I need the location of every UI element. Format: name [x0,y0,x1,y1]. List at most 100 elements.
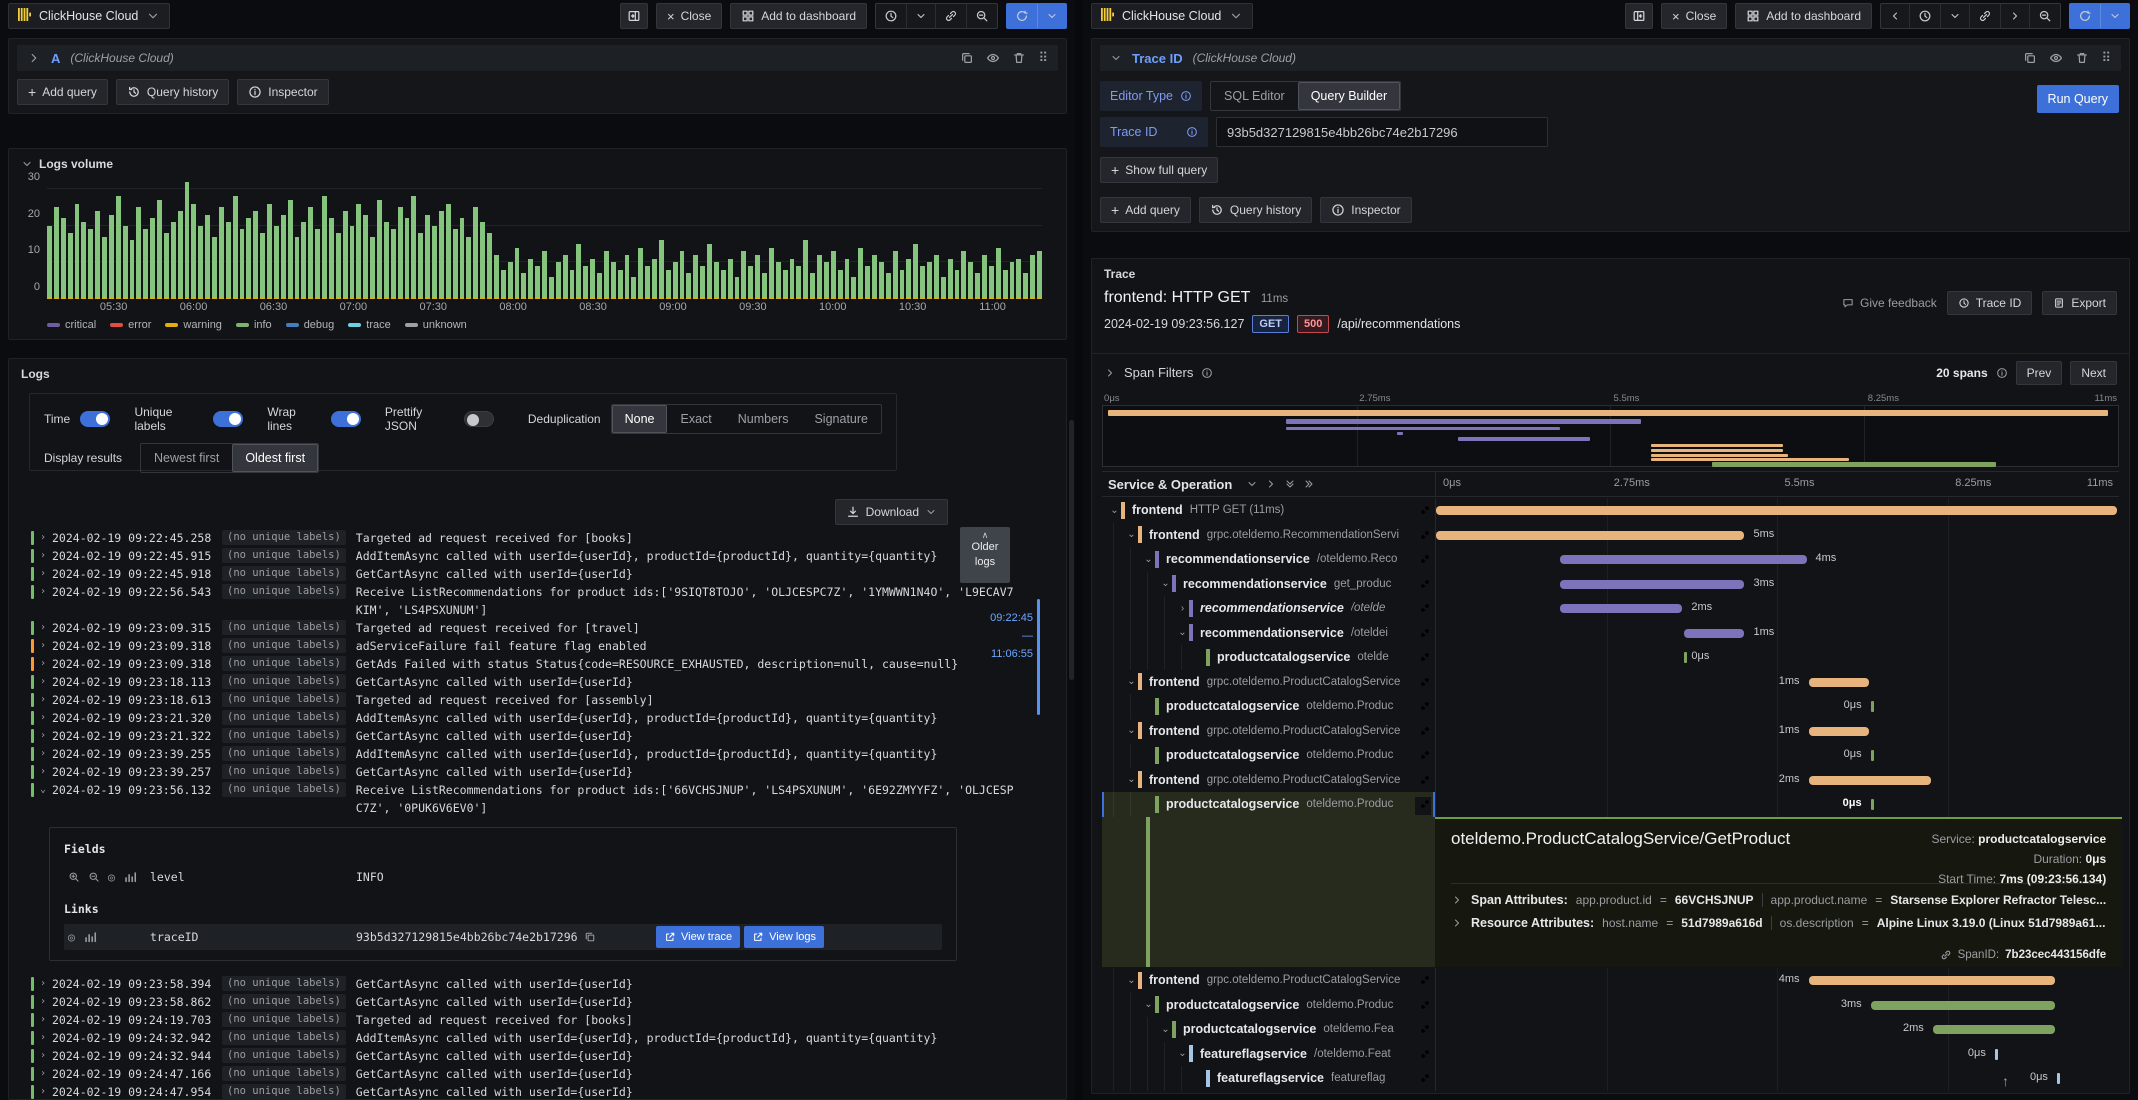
close-button[interactable]: × Close [1660,3,1728,29]
span-timeline-cell[interactable]: 1ms [1435,620,2119,645]
span-link-icon[interactable] [1415,973,1431,991]
chevron-down-icon[interactable]: ⌄ [1125,529,1138,540]
span-name-cell[interactable]: ⌄ frontend grpc.oteldemo.ProductCatalogSer… [1102,669,1435,694]
drag-handle-icon[interactable]: ⠿ [1038,50,1048,66]
span-timeline-cell[interactable]: 0μs [1435,1041,2119,1066]
time-picker-button[interactable] [1909,4,1940,28]
span-name-cell[interactable]: productcatalogservice oteldemo.Produc [1102,792,1435,817]
filter-out-value-icon[interactable] [88,871,100,883]
time-picker-button[interactable] [876,4,906,28]
chevron-right-icon[interactable]: › [40,1047,52,1065]
add-to-dashboard-button[interactable]: Add to dashboard [1735,3,1872,29]
log-row[interactable]: › 2024-02-19 09:23:39.257 (no unique label… [29,763,1018,781]
log-row[interactable]: › 2024-02-19 09:23:21.320 (no unique label… [29,709,1018,727]
log-range-scrollbar[interactable] [1037,599,1040,715]
log-row[interactable]: › 2024-02-19 09:23:09.318 (no unique label… [29,655,1018,673]
expand-one-icon[interactable] [1265,478,1277,490]
span-row[interactable]: ⌄ productcatalogservice oteldemo.Produc 3ms [1102,992,2119,1017]
span-row[interactable]: ⌄ frontend grpc.oteldemo.ProductCatalogSer… [1102,718,2119,743]
trace-id-input[interactable]: 93b5d327129815e4bb26bc74e2b17296 [1216,117,1548,147]
span-timeline-cell[interactable]: 5ms [1435,522,2119,547]
run-query-button[interactable]: Run Query [2036,85,2119,113]
download-button[interactable]: Download [834,499,948,525]
log-row[interactable]: › 2024-02-19 09:22:45.918 (no unique label… [29,565,1018,583]
span-name-cell[interactable]: productcatalogservice oteldemo.Produc [1102,743,1435,768]
give-feedback-link[interactable]: Give feedback [1842,296,1937,310]
span-timeline-cell[interactable]: 2ms [1435,767,2119,792]
copy-icon[interactable] [584,931,596,943]
log-row[interactable]: › 2024-02-19 09:23:09.315 (no unique label… [29,619,1018,637]
chevron-right-icon[interactable]: › [40,637,52,655]
span-link-icon[interactable] [1415,797,1431,815]
legend-item-info[interactable]: info [235,319,272,331]
span-row[interactable]: ⌄ frontend grpc.oteldemo.ProductCatalogSer… [1102,767,2119,792]
span-timeline-cell[interactable]: 0μs [1435,645,2119,670]
span-row[interactable]: ⌄ recommendationservice/oteldemo.Reco 4ms [1102,547,2119,572]
span-name-cell[interactable]: ⌄ frontend grpc.oteldemo.ProductCatalogSer… [1102,718,1435,743]
span-name-cell[interactable]: ⌄ frontend HTTP GET (11ms) [1102,498,1435,523]
span-row[interactable]: ⌄ recommendationservice get_produc 3ms [1102,571,2119,596]
span-name-cell[interactable]: ⌄ featureflagservice/oteldemo.Feat [1102,1041,1435,1066]
chevron-right-icon[interactable]: › [40,619,52,637]
span-name-cell[interactable]: › recommendationservice/otelde [1102,596,1435,621]
dedup-option-none[interactable]: None [611,405,668,433]
log-row[interactable]: › 2024-02-19 09:23:09.318 (no unique label… [29,637,1018,655]
close-button[interactable]: × Close [655,3,723,29]
wrap-lines-toggle[interactable] [330,411,361,427]
span-link-icon[interactable] [1415,1046,1431,1065]
dedup-option-signature[interactable]: Signature [801,405,881,433]
add-to-dashboard-button[interactable]: Add to dashboard [730,3,867,29]
filter-for-value-icon[interactable] [68,871,80,883]
log-row[interactable]: › 2024-02-19 09:22:56.543 (no unique label… [29,583,1018,619]
collapse-all-icon[interactable] [1284,478,1296,490]
collapse-one-icon[interactable] [1246,478,1258,490]
run-refresh-button[interactable] [2070,4,2100,28]
legend-item-unknown[interactable]: unknown [404,319,467,331]
duplicate-query-icon[interactable] [960,51,974,65]
zoom-out-button[interactable] [2029,4,2060,28]
span-name-cell[interactable]: ⌄ recommendationservice/oteldei [1102,620,1435,645]
chevron-right-icon[interactable]: › [40,727,52,745]
left-pane-scrollbar[interactable] [1069,420,1074,680]
chevron-right-icon[interactable]: › [40,691,52,709]
span-link-icon[interactable] [1415,772,1431,791]
chevron-right-icon[interactable]: › [40,655,52,673]
order-option-oldest-first[interactable]: Oldest first [232,444,319,472]
log-row[interactable]: › 2024-02-19 09:24:32.942 (no unique label… [29,1029,1018,1047]
time-toggle[interactable] [80,411,111,427]
span-name-cell[interactable]: ⌄ frontend grpc.oteldemo.ProductCatalogSer… [1102,968,1435,993]
editor-option-sql-editor[interactable]: SQL Editor [1211,82,1298,110]
chevron-right-icon[interactable]: › [40,529,52,547]
span-row[interactable]: ⌄ frontend HTTP GET (11ms) [1102,498,2119,523]
query-history-button[interactable]: Query history [115,79,230,105]
chevron-down-icon[interactable]: ⌄ [1159,1024,1172,1035]
chevron-down-icon[interactable]: ⌄ [40,781,52,799]
duplicate-query-icon[interactable] [2023,51,2037,65]
chevron-right-icon[interactable]: › [1176,603,1189,614]
toggle-visibility-icon[interactable] [986,51,1000,65]
legend-item-error[interactable]: error [110,319,151,331]
span-name-cell[interactable]: ⌄ productcatalogservice oteldemo.Fea [1102,1017,1435,1042]
span-timeline-cell[interactable]: 4ms [1435,968,2119,993]
time-picker-dropdown[interactable] [1940,4,1969,28]
span-row[interactable]: ⌄ frontend grpc.oteldemo.ProductCatalogSer… [1102,968,2119,993]
legend-item-warning[interactable]: warning [165,319,222,331]
adhoc-filter-icon[interactable]: ◎ [108,870,115,884]
span-link-icon[interactable] [1415,650,1431,668]
span-name-cell[interactable]: ⌄ frontend grpc.oteldemo.ProductCatalogSer… [1102,767,1435,792]
time-shift-forward-button[interactable] [2000,4,2029,28]
span-row[interactable]: ⌄ featureflagservice/oteldemo.Feat 0μs [1102,1041,2119,1066]
span-link-icon[interactable] [1415,997,1431,1016]
chevron-down-icon[interactable]: ⌄ [1125,975,1138,986]
adhoc-filter-icon[interactable]: ◎ [68,930,75,944]
chevron-right-icon[interactable]: › [40,709,52,727]
stats-icon[interactable] [83,930,97,944]
chevron-right-icon[interactable]: › [40,763,52,781]
span-name-cell[interactable]: productcatalogservice oteldemo.Produc [1102,694,1435,719]
span-filters-toggle[interactable]: Span Filters [1104,365,1213,380]
span-timeline-cell[interactable]: 0μs [1435,792,2119,817]
log-row[interactable]: › 2024-02-19 09:22:45.258 (no unique label… [29,529,1018,547]
prettify-json-toggle[interactable] [463,411,494,427]
span-timeline-cell[interactable]: 1ms [1435,669,2119,694]
span-timeline-cell[interactable]: 3ms [1435,571,2119,596]
